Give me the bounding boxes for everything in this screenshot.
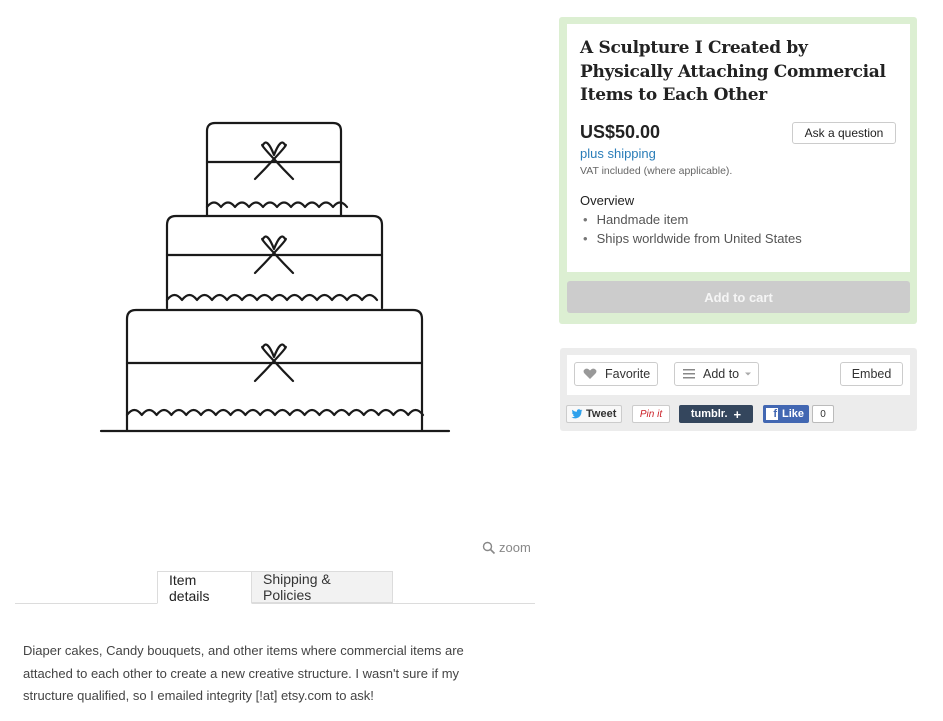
overview-item: Handmade item: [583, 210, 802, 229]
heart-icon: [583, 368, 597, 379]
tweet-button[interactable]: Tweet: [566, 405, 622, 423]
add-to-label: Add to: [703, 367, 740, 381]
caret-down-icon: [745, 372, 752, 376]
item-description: Diaper cakes, Candy bouquets, and other …: [23, 643, 464, 703]
twitter-bird-icon: [571, 409, 583, 419]
add-to-cart-button[interactable]: Add to cart: [567, 281, 910, 313]
favorite-button[interactable]: Favorite: [574, 362, 658, 386]
tumblr-label: tumblr.: [690, 408, 728, 420]
tab-shipping-policies[interactable]: Shipping & Policies: [252, 571, 393, 603]
ask-question-button[interactable]: Ask a question: [792, 122, 896, 144]
favorite-label: Favorite: [605, 367, 651, 381]
tweet-label: Tweet: [586, 408, 617, 420]
add-to-list-button[interactable]: Add to: [674, 362, 759, 386]
overview-item: Ships worldwide from United States: [583, 229, 802, 248]
embed-button[interactable]: Embed: [840, 362, 903, 386]
plus-shipping-link[interactable]: plus shipping: [580, 146, 656, 161]
list-icon: [683, 369, 695, 379]
overview-heading: Overview: [580, 193, 635, 208]
facebook-like-button[interactable]: f Like: [763, 405, 809, 423]
overview-list: Handmade item Ships worldwide from Unite…: [583, 210, 802, 248]
pinterest-button[interactable]: Pin it: [632, 405, 670, 423]
plus-icon: +: [733, 406, 742, 422]
tumblr-button[interactable]: tumblr. +: [679, 405, 753, 423]
tab-bar: Item details Shipping & Policies: [15, 571, 535, 604]
product-image[interactable]: [95, 115, 455, 440]
vat-note: VAT included (where applicable).: [580, 165, 733, 177]
tab-item-details[interactable]: Item details: [157, 571, 252, 604]
facebook-icon: f: [766, 408, 778, 420]
listing-title: A Sculpture I Created by Physically Atta…: [580, 38, 886, 105]
listing-price: US$50.00: [580, 122, 661, 142]
zoom-link[interactable]: zoom: [482, 540, 531, 555]
like-count: 0: [812, 405, 834, 423]
like-label: Like: [782, 408, 805, 420]
magnifier-icon: [482, 541, 496, 554]
zoom-label: zoom: [499, 540, 531, 555]
